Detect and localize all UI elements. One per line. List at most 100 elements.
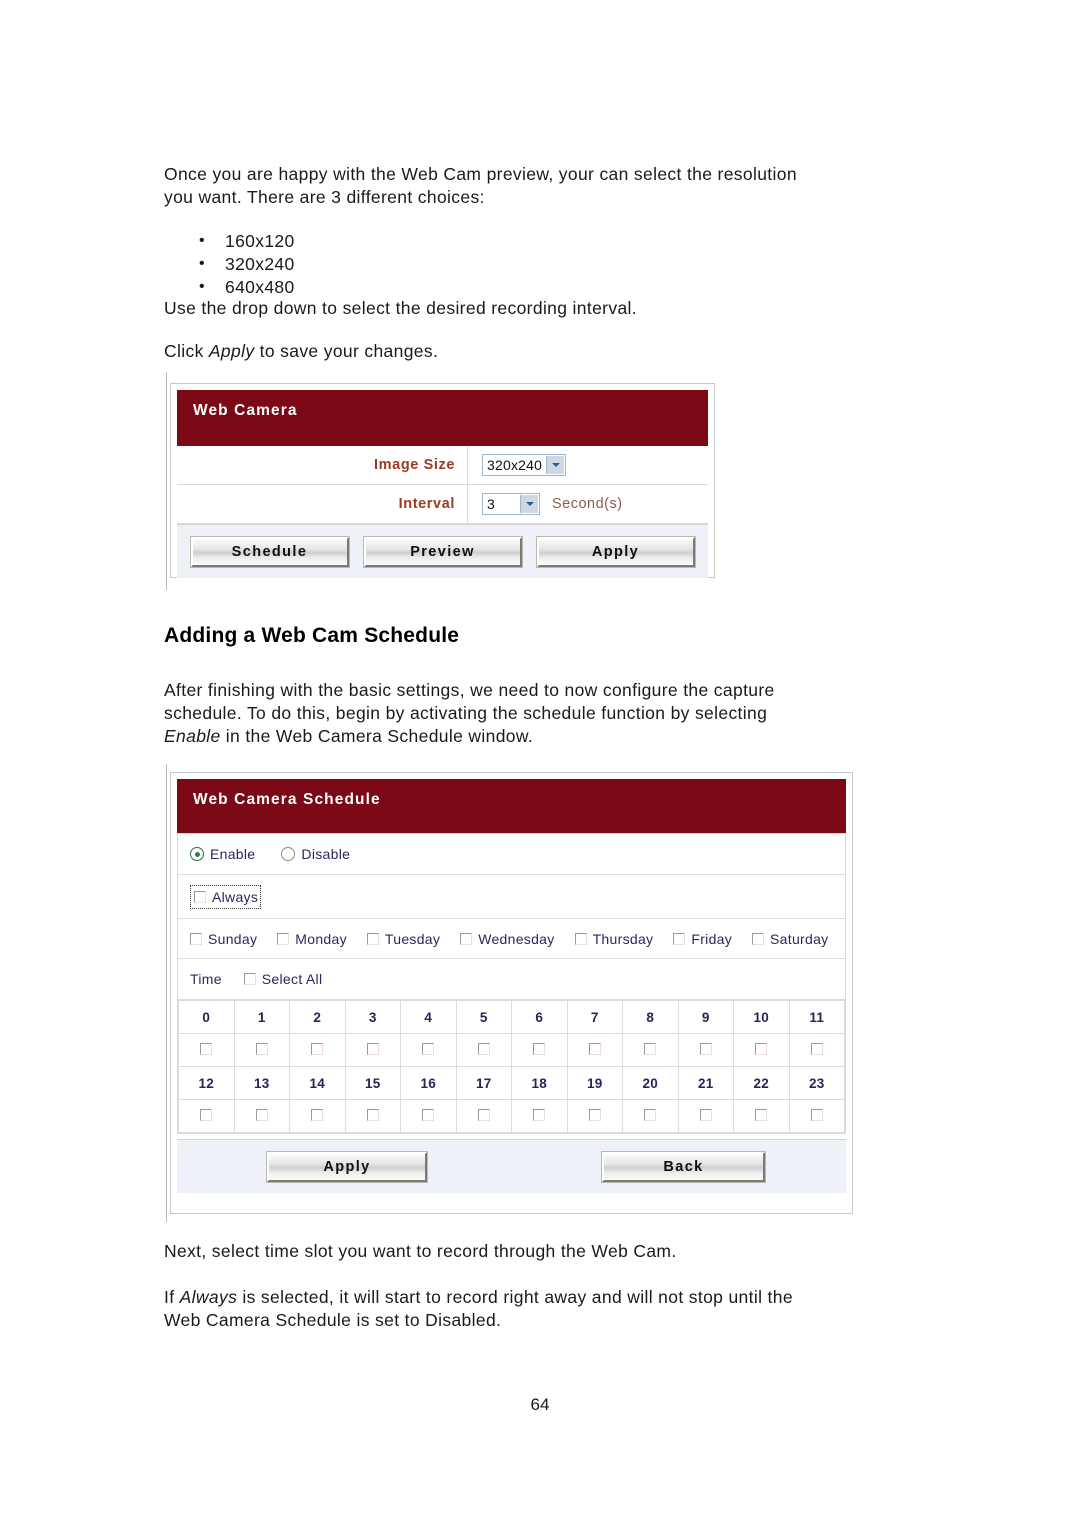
list-item: 320x240 <box>185 252 295 276</box>
hour-label: 13 <box>233 1066 290 1100</box>
schedule-apply-button[interactable]: Apply <box>266 1150 428 1183</box>
checkbox-wednesday[interactable]: Wednesday <box>460 931 554 947</box>
interval-control: 3 Second(s) <box>468 493 623 515</box>
hour-checkbox-cell[interactable] <box>788 1099 845 1133</box>
hour-checkbox-cell[interactable] <box>400 1033 457 1067</box>
hour-checkbox-icon[interactable] <box>255 1042 268 1055</box>
hour-checkbox-icon[interactable] <box>755 1108 768 1121</box>
hour-checkbox-cell[interactable] <box>289 1033 346 1067</box>
radio-enable-label: Enable <box>210 846 256 862</box>
hour-checkbox-cell[interactable] <box>677 1099 734 1133</box>
hour-checkbox-cell[interactable] <box>733 1099 790 1133</box>
hour-checkbox-icon[interactable] <box>588 1042 601 1055</box>
hour-checkbox-cell[interactable] <box>733 1033 790 1067</box>
checkbox-tuesday-label: Tuesday <box>384 930 441 947</box>
checkbox-always-label: Always <box>212 888 259 905</box>
interval-select[interactable]: 3 <box>482 493 540 515</box>
checkbox-wednesday-label: Wednesday <box>478 930 555 947</box>
schedule-back-button[interactable]: Back <box>601 1150 766 1183</box>
hour-checkbox-cell[interactable] <box>511 1033 568 1067</box>
radio-enable-icon[interactable] <box>190 847 204 861</box>
hour-label: 20 <box>622 1066 679 1100</box>
hour-checkbox-icon[interactable] <box>644 1108 657 1121</box>
hour-label: 9 <box>677 1000 734 1034</box>
checkbox-thursday-icon[interactable] <box>574 932 587 945</box>
schedule-paragraph-line1: After finishing with the basic settings,… <box>164 680 775 700</box>
hour-checkbox-icon[interactable] <box>644 1042 657 1055</box>
schedule-settings-box: Enable Disable Always Sunday Monday Tues… <box>177 833 846 1134</box>
hour-checkbox-cell[interactable] <box>622 1033 679 1067</box>
hour-label: 1 <box>233 1000 290 1034</box>
hour-checkbox-cell[interactable] <box>178 1099 235 1133</box>
checkbox-monday-icon[interactable] <box>277 932 290 945</box>
image-size-select[interactable]: 320x240 <box>482 454 567 476</box>
hour-checkbox-cell[interactable] <box>455 1033 512 1067</box>
always-note-emphasis: Always <box>179 1287 238 1307</box>
hour-checkbox-cell[interactable] <box>677 1033 734 1067</box>
hour-checkbox-icon[interactable] <box>422 1042 435 1055</box>
hour-checkbox-icon[interactable] <box>699 1108 712 1121</box>
day-checkbox-list: Sunday Monday Tuesday Wednesday Thursday… <box>190 931 828 947</box>
chevron-down-icon[interactable] <box>520 495 538 513</box>
schedule-button[interactable]: Schedule <box>189 535 350 568</box>
always-note: If Always is selected, it will start to … <box>164 1286 934 1332</box>
hour-checkbox-cell[interactable] <box>233 1099 290 1133</box>
checkbox-saturday-icon[interactable] <box>752 932 765 945</box>
checkbox-select-all-icon[interactable] <box>243 973 256 985</box>
hour-checkbox-icon[interactable] <box>810 1108 823 1121</box>
checkbox-tuesday-icon[interactable] <box>366 932 379 945</box>
hour-checkbox-icon[interactable] <box>422 1108 435 1121</box>
hour-checkbox-icon[interactable] <box>311 1042 324 1055</box>
list-item: 160x120 <box>185 229 295 253</box>
hour-checkbox-cell[interactable] <box>344 1099 401 1133</box>
hour-checkbox-cell[interactable] <box>178 1033 235 1067</box>
hour-checkbox-icon[interactable] <box>477 1042 490 1055</box>
checkbox-thursday[interactable]: Thursday <box>574 931 654 947</box>
hour-checkbox-icon[interactable] <box>366 1108 379 1121</box>
preview-button[interactable]: Preview <box>362 535 523 568</box>
apply-button[interactable]: Apply <box>535 535 696 568</box>
hour-checkbox-icon[interactable] <box>200 1108 213 1121</box>
checkbox-sunday[interactable]: Sunday <box>190 931 257 947</box>
checkbox-saturday[interactable]: Saturday <box>752 931 828 947</box>
hour-checkbox-cell[interactable] <box>511 1099 568 1133</box>
hour-label-row-2: 12 13 14 15 16 17 18 19 20 21 22 23 <box>178 1066 845 1100</box>
web-camera-schedule-panel: Web Camera Schedule Enable Disable Alway… <box>170 772 853 1214</box>
hour-checkbox-cell[interactable] <box>289 1099 346 1133</box>
checkbox-always[interactable]: Always <box>194 889 258 905</box>
checkbox-always-icon[interactable] <box>194 890 206 903</box>
hour-checkbox-cell[interactable] <box>788 1033 845 1067</box>
hour-checkbox-icon[interactable] <box>533 1042 546 1055</box>
hour-checkbox-cell[interactable] <box>566 1099 623 1133</box>
hour-checkbox-cell[interactable] <box>400 1099 457 1133</box>
radio-disable-icon[interactable] <box>281 847 296 861</box>
hour-checkbox-cell[interactable] <box>622 1099 679 1133</box>
page-edge-line <box>166 764 167 1222</box>
hour-checkbox-icon[interactable] <box>755 1042 768 1055</box>
checkbox-friday[interactable]: Friday <box>673 931 732 947</box>
hour-checkbox-cell[interactable] <box>344 1033 401 1067</box>
checkbox-monday-label: Monday <box>295 930 347 947</box>
hour-checkbox-icon[interactable] <box>533 1108 546 1121</box>
hour-checkbox-cell[interactable] <box>233 1033 290 1067</box>
checkbox-monday[interactable]: Monday <box>277 931 347 947</box>
hour-checkbox-icon[interactable] <box>200 1042 213 1055</box>
hour-checkbox-icon[interactable] <box>588 1108 601 1121</box>
hour-checkbox-cell[interactable] <box>566 1033 623 1067</box>
radio-disable[interactable]: Disable <box>281 846 350 862</box>
hour-checkbox-icon[interactable] <box>366 1042 379 1055</box>
hour-checkbox-icon[interactable] <box>810 1042 823 1055</box>
hour-checkbox-icon[interactable] <box>699 1042 712 1055</box>
hour-checkbox-icon[interactable] <box>311 1108 324 1121</box>
radio-enable[interactable]: Enable <box>190 846 255 862</box>
checkbox-tuesday[interactable]: Tuesday <box>366 930 441 947</box>
hour-checkbox-icon[interactable] <box>255 1108 268 1121</box>
hour-checkbox-icon[interactable] <box>477 1108 490 1121</box>
hour-checkbox-cell[interactable] <box>455 1099 512 1133</box>
checkbox-friday-icon[interactable] <box>673 932 686 945</box>
checkbox-wednesday-icon[interactable] <box>460 932 473 945</box>
checkbox-sunday-icon[interactable] <box>190 932 202 945</box>
checkbox-select-all[interactable]: Select All <box>243 971 323 987</box>
chevron-down-icon[interactable] <box>546 456 565 474</box>
always-focus-ring: Always <box>190 884 262 909</box>
